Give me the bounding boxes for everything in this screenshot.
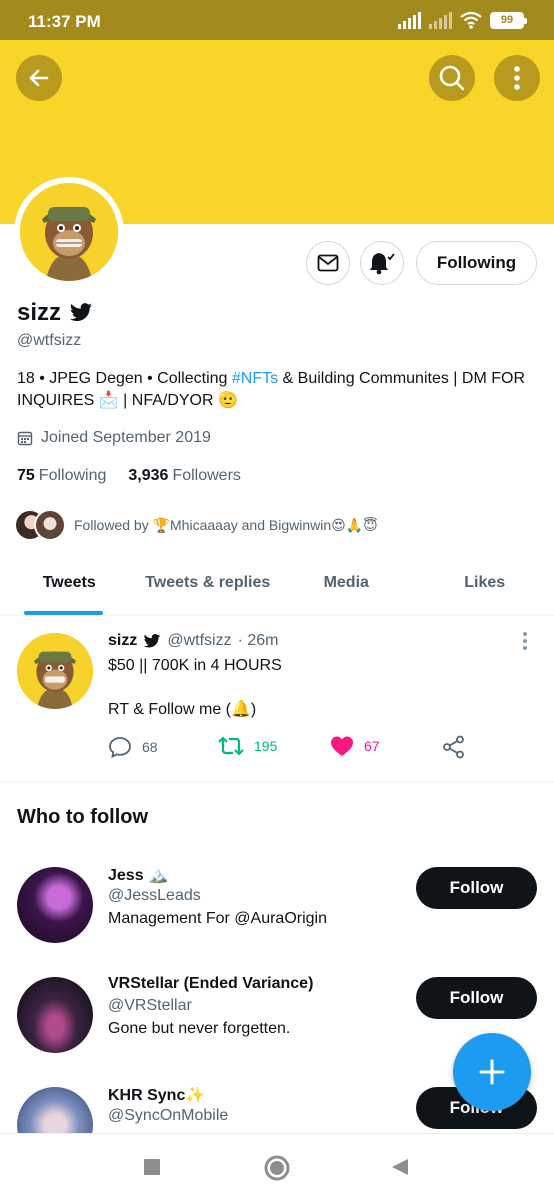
triangle-back-icon	[392, 1159, 408, 1175]
share-button[interactable]	[442, 735, 466, 759]
following-count-link[interactable]: 75 Following	[17, 467, 106, 485]
twitter-bird-icon	[70, 303, 93, 322]
followed-by-text: Followed by 🏆Mhicaaaay and Bigwinwin😍🙏😇	[74, 516, 378, 533]
user-avatar[interactable]	[17, 977, 93, 1053]
message-button[interactable]	[306, 241, 350, 285]
bio-text: 18 • JPEG Degen • Collecting	[17, 370, 232, 387]
tweet-author-handle: @wtfsizz	[167, 632, 232, 649]
search-icon	[439, 65, 465, 91]
more-options-button[interactable]	[494, 55, 540, 101]
profile-handle: @wtfsizz	[17, 332, 82, 349]
user-handle: @VRStellar	[108, 997, 192, 1014]
tweet-time: · 26m	[237, 632, 279, 649]
twitter-bird-icon	[144, 633, 161, 648]
joined-text: Joined September 2019	[41, 429, 211, 446]
user-name: KHR Sync✨	[108, 1087, 206, 1104]
joined-date: Joined September 2019	[17, 429, 211, 447]
bell-check-icon	[370, 253, 395, 275]
retweet-button[interactable]: 195	[218, 735, 277, 757]
tweet-more-button[interactable]	[521, 631, 529, 656]
signal-2-icon	[429, 11, 452, 29]
calendar-icon	[17, 431, 33, 446]
profile-avatar[interactable]	[14, 177, 124, 287]
reply-button[interactable]: 68	[108, 735, 158, 759]
home-button[interactable]	[263, 1154, 291, 1187]
share-icon	[443, 735, 464, 759]
status-icons: 99	[398, 11, 527, 29]
followed-by-row[interactable]: Followed by 🏆Mhicaaaay and Bigwinwin😍🙏😇	[14, 509, 378, 541]
tweet-text: $50 || 700K in 4 HOURS RT & Follow me (🔔…	[108, 655, 282, 721]
battery-icon: 99	[490, 11, 527, 29]
hashtag-link[interactable]: #NFTs	[232, 370, 278, 387]
status-bar: 11:37 PM 99	[0, 0, 554, 40]
wifi-icon	[460, 11, 482, 29]
following-count: 75	[17, 467, 35, 484]
tweet-line: $50 || 700K in 4 HOURS	[108, 657, 282, 674]
heart-filled-icon	[331, 736, 353, 756]
following-label: Following	[38, 467, 107, 484]
retweet-icon	[218, 736, 244, 756]
status-time: 11:37 PM	[28, 12, 101, 31]
user-bio: Management For @AuraOrigin	[108, 910, 327, 927]
more-vertical-icon	[514, 66, 520, 90]
signal-icon	[398, 11, 421, 29]
suggested-user[interactable]: Jess 🏔️ @JessLeads Management For @AuraO…	[0, 867, 554, 967]
reply-count: 68	[142, 739, 158, 755]
follow-counts: 75 Following 3,936 Followers	[17, 467, 241, 485]
tweet-author-name: sizz	[108, 632, 138, 649]
compose-tweet-button[interactable]	[453, 1033, 531, 1111]
tweet-actions: 68 195 67	[108, 735, 528, 761]
tweet-line: RT & Follow me (🔔)	[108, 701, 257, 718]
user-avatar[interactable]	[17, 1087, 93, 1133]
tab-likes[interactable]: Likes	[416, 560, 554, 615]
display-name: sizz	[17, 299, 62, 326]
ape-avatar-image	[20, 183, 118, 281]
plus-icon	[479, 1059, 505, 1085]
user-handle: @JessLeads	[108, 887, 201, 904]
like-count: 67	[364, 738, 380, 754]
tab-tweets[interactable]: Tweets	[0, 560, 139, 615]
following-button[interactable]: Following	[416, 241, 537, 285]
follow-button[interactable]: Follow	[416, 867, 537, 909]
user-handle: @SyncOnMobile	[108, 1107, 229, 1124]
followers-count-link[interactable]: 3,936 Followers	[128, 467, 241, 485]
ape-avatar-image	[17, 633, 93, 709]
user-bio: Gone but never forgetten.	[108, 1020, 291, 1037]
square-icon	[144, 1159, 160, 1175]
notifications-button[interactable]	[360, 241, 404, 285]
follower-avatar	[34, 509, 66, 541]
user-name: VRStellar (Ended Variance)	[108, 975, 314, 992]
user-name: Jess 🏔️	[108, 867, 168, 884]
tab-media[interactable]: Media	[277, 560, 416, 615]
followers-count: 3,936	[128, 467, 169, 484]
tab-tweets-replies[interactable]: Tweets & replies	[139, 560, 278, 615]
profile-tabs: Tweets Tweets & replies Media Likes	[0, 560, 554, 616]
tweet-avatar[interactable]	[17, 633, 93, 709]
back-nav-button[interactable]	[390, 1157, 410, 1182]
profile-bio: 18 • JPEG Degen • Collecting #NFTs & Bui…	[17, 368, 527, 412]
who-to-follow-title: Who to follow	[17, 806, 149, 828]
follow-button[interactable]: Follow	[416, 977, 537, 1019]
back-button[interactable]	[16, 55, 62, 101]
followers-label: Followers	[172, 467, 241, 484]
user-avatar[interactable]	[17, 867, 93, 943]
circle-icon	[264, 1155, 290, 1181]
search-button[interactable]	[429, 55, 475, 101]
like-button[interactable]: 67	[330, 735, 380, 757]
more-vertical-icon	[523, 632, 527, 650]
arrow-left-icon	[29, 69, 49, 87]
envelope-icon	[317, 254, 339, 272]
profile-name-row: sizz	[17, 299, 93, 327]
reply-icon	[109, 737, 131, 759]
retweet-count: 195	[254, 738, 278, 754]
recents-button[interactable]	[143, 1158, 161, 1181]
tweet-card[interactable]: sizz @wtfsizz · 26m $50 || 700K in 4 HOU…	[0, 617, 554, 783]
system-navigation-bar	[0, 1133, 554, 1200]
tweet-header: sizz @wtfsizz · 26m	[108, 632, 279, 650]
